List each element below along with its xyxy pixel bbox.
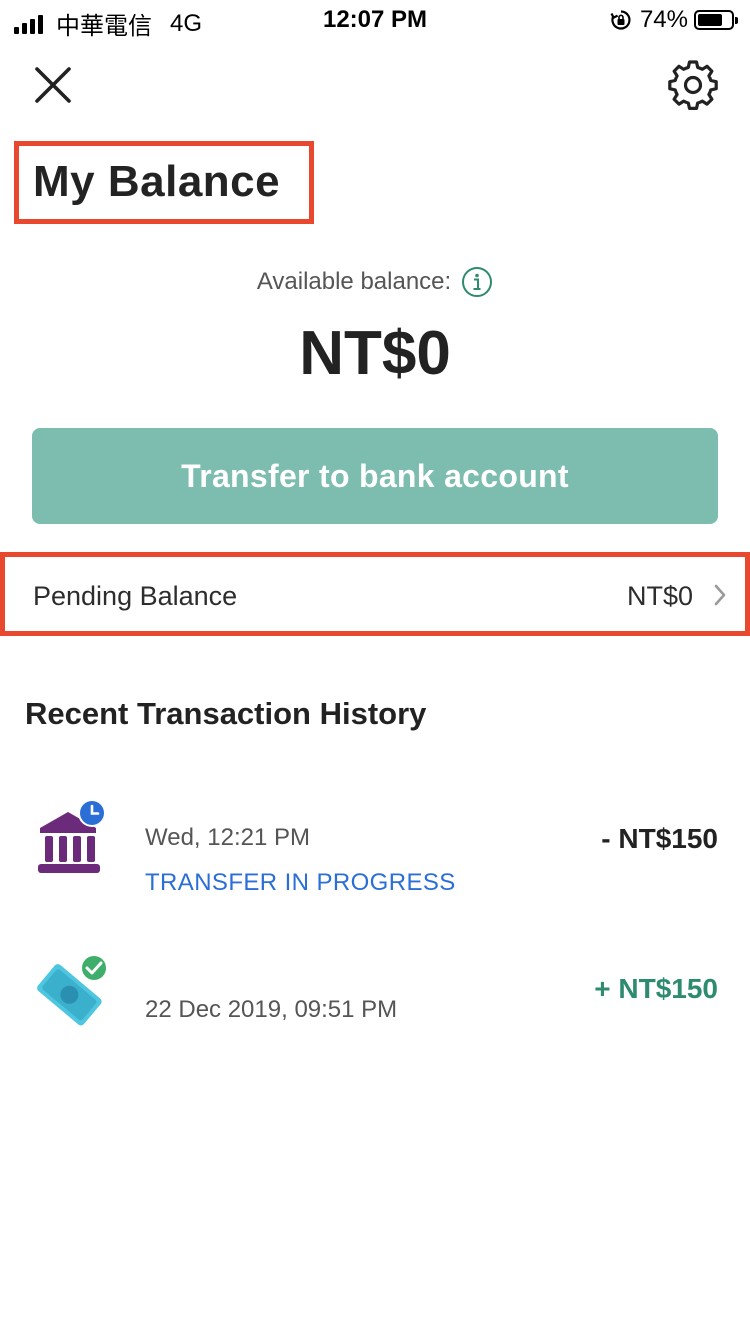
transaction-amount: + NT$150	[594, 973, 718, 1004]
battery-icon	[694, 10, 738, 30]
history-title: Recent Transaction History	[25, 696, 427, 731]
transaction-row[interactable]: 22 Dec 2019, 09:51 PM + NT$150	[0, 940, 750, 1040]
available-balance-row: Available balance:	[0, 266, 750, 298]
settings-button[interactable]	[664, 56, 722, 114]
available-balance-label: Available balance:	[256, 268, 452, 295]
battery-fill	[698, 14, 722, 26]
close-button[interactable]	[26, 58, 80, 112]
pending-balance-label: Pending Balance	[33, 581, 238, 611]
available-balance-amount: NT$0	[299, 319, 451, 388]
page-title: My Balance	[33, 157, 281, 206]
transaction-date: Wed, 12:21 PM	[145, 824, 310, 851]
transaction-date: 22 Dec 2019, 09:51 PM	[145, 996, 398, 1023]
bank-clock-icon	[38, 799, 106, 873]
chevron-right-icon	[714, 584, 726, 606]
cash-check-icon	[37, 954, 108, 1026]
my-balance-screen: 中華電信 4G 12:07 PM 74% My Balance Availabl…	[0, 0, 750, 1334]
status-bar: 中華電信 4G 12:07 PM 74%	[0, 0, 750, 40]
close-icon	[35, 67, 71, 103]
pending-balance-row[interactable]: Pending Balance NT$0	[0, 552, 750, 636]
orientation-lock-icon	[610, 10, 631, 30]
pending-balance-value: NT$0	[626, 581, 693, 611]
battery-percent: 74%	[639, 6, 688, 33]
transaction-status: TRANSFER IN PROGRESS	[145, 869, 456, 896]
transfer-to-bank-button[interactable]: Transfer to bank account	[32, 428, 718, 524]
status-right: 74%	[610, 6, 738, 34]
gear-icon	[668, 60, 718, 110]
info-icon[interactable]	[461, 266, 493, 298]
transaction-row[interactable]: Wed, 12:21 PM TRANSFER IN PROGRESS - NT$…	[0, 790, 750, 910]
transaction-amount: - NT$150	[601, 823, 718, 854]
